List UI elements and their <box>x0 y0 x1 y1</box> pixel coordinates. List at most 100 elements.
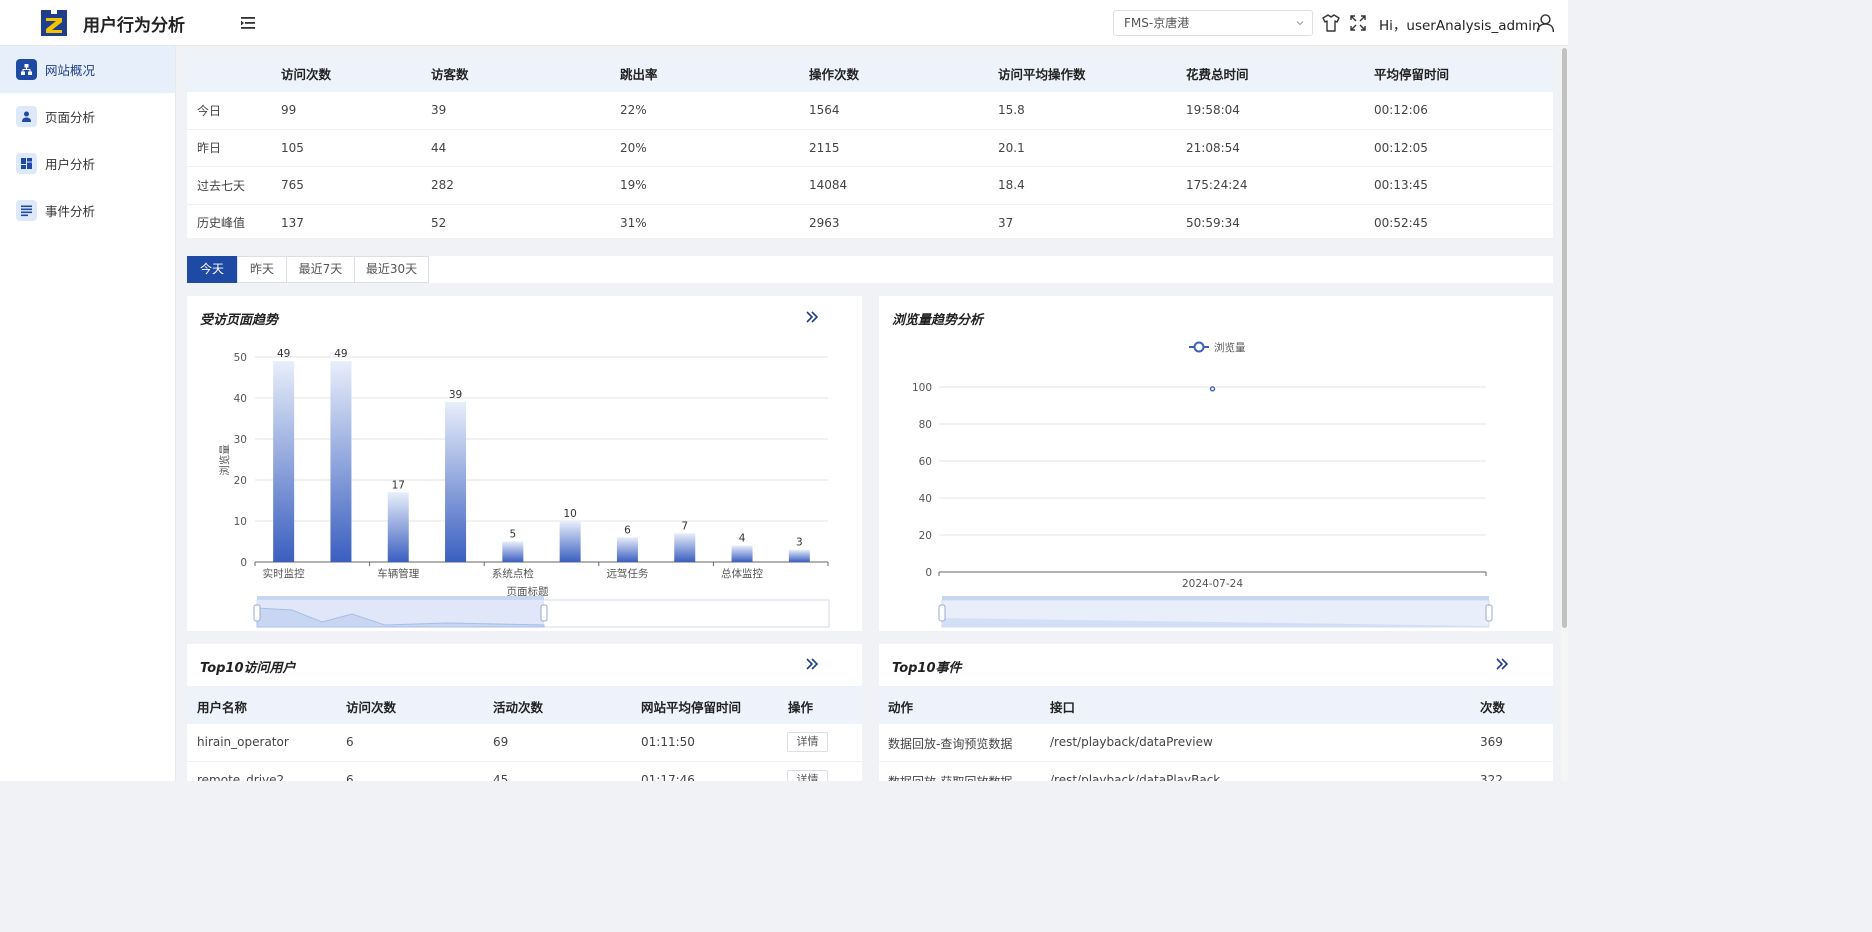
y-tick-label: 0 <box>240 557 247 569</box>
table-cell: 37 <box>998 215 1014 230</box>
page-scrollbar-thumb[interactable] <box>1562 48 1567 628</box>
column-header: 跳出率 <box>620 66 658 82</box>
user-page-icon <box>16 106 37 127</box>
y-tick-label: 40 <box>234 393 247 405</box>
users-table-header: 用户名称 访问次数 活动次数 网站平均停留时间 操作 <box>187 686 862 724</box>
table-cell: /rest/playback/dataPreview <box>1050 735 1213 749</box>
row-label: 昨日 <box>197 141 222 156</box>
table-cell: 137 <box>281 215 304 230</box>
panel-title: Top10访问用户 <box>200 661 296 676</box>
bar[interactable] <box>616 537 638 562</box>
x-tick-label: 远驾任务 <box>606 567 648 580</box>
sidebar-item-label: 网站概况 <box>45 63 96 78</box>
table-cell: 50:59:34 <box>1186 215 1240 230</box>
bar-data-label: 49 <box>277 348 290 360</box>
table-cell: 52 <box>431 215 447 230</box>
tab-last-7-days[interactable]: 最近7天 <box>286 256 355 283</box>
zoom-slider-bar[interactable] <box>257 596 544 600</box>
zoom-slider-handle-left[interactable] <box>253 604 261 622</box>
data-point[interactable] <box>1209 386 1216 392</box>
x-tick-label: 系统点检 <box>492 567 534 580</box>
bar-data-label: 4 <box>739 533 746 545</box>
panel-title: Top10事件 <box>892 661 962 676</box>
x-tick-label: 车辆管理 <box>377 567 419 580</box>
summary-row: 今日 99 39 22% 1564 15.8 19:58:04 00:12:06 <box>187 92 1553 130</box>
y-tick-label: 40 <box>919 493 932 505</box>
row-label: 过去七天 <box>197 178 246 193</box>
table-row: 数据回放-获取回放数据/rest/playback/dataPlayBack 32… <box>879 762 1553 781</box>
table-cell: /rest/playback/dataPlayBack <box>1050 773 1221 781</box>
bar-data-label: 10 <box>563 508 576 520</box>
legend-marker <box>1193 341 1205 353</box>
table-cell: 31% <box>620 215 647 230</box>
sidebar-item-page-analysis[interactable]: 页面分析 <box>0 93 175 140</box>
tab-last-30-days[interactable]: 最近30天 <box>354 256 429 283</box>
column-header: 操作 <box>788 700 814 715</box>
table-cell: 20.1 <box>998 140 1025 155</box>
detail-button[interactable]: 详情 <box>787 770 828 781</box>
column-header: 次数 <box>1480 700 1506 715</box>
row-label: 历史峰值 <box>197 216 246 231</box>
y-tick-label: 50 <box>234 352 247 364</box>
detail-button[interactable]: 详情 <box>787 732 828 752</box>
date-range-tabs: 今天 昨天 最近7天 最近30天 <box>187 256 1553 283</box>
bar[interactable] <box>674 533 696 562</box>
top-header: 用户行为分析 FMS-京唐港 Hi，userAnalysis_admin <box>0 0 1568 46</box>
table-cell: 01:17:46 <box>641 773 695 781</box>
table-cell: 数据回放-获取回放数据 <box>888 773 1012 781</box>
theme-skin-icon[interactable] <box>1321 13 1341 33</box>
site-select-value: FMS-京唐港 <box>1124 16 1190 30</box>
bar[interactable] <box>788 549 810 562</box>
fullscreen-icon[interactable] <box>1348 13 1368 33</box>
bar-data-label: 6 <box>624 524 631 536</box>
sidebar-item-user-analysis[interactable]: 用户分析 <box>0 140 175 187</box>
column-header: 用户名称 <box>197 700 248 715</box>
table-cell: 01:11:50 <box>641 735 695 749</box>
zoom-slider-handle-right[interactable] <box>540 604 548 622</box>
pageview-trend-line-chart: 浏览量 0 20 40 60 80 100 2024-07-24 <box>912 341 1493 628</box>
y-tick-label: 100 <box>912 382 932 394</box>
column-header: 动作 <box>888 700 914 715</box>
table-cell: 00:12:05 <box>1374 140 1428 155</box>
summary-table-header: 访问次数 访客数 跳出率 操作次数 访问平均操作数 花费总时间 平均停留时间 <box>187 54 1553 92</box>
tab-today[interactable]: 今天 <box>187 256 237 283</box>
zoom-slider-handle-right[interactable] <box>1485 604 1493 622</box>
bar[interactable] <box>559 521 581 562</box>
bar[interactable] <box>273 361 295 562</box>
table-cell: 369 <box>1480 735 1503 749</box>
events-table-header: 动作 接口 次数 <box>879 686 1553 724</box>
bar[interactable] <box>387 492 409 562</box>
bar[interactable] <box>330 361 352 562</box>
tab-yesterday[interactable]: 昨天 <box>237 256 287 283</box>
table-cell: 1564 <box>809 103 840 118</box>
sidebar-item-label: 用户分析 <box>45 157 96 172</box>
table-cell: 2115 <box>809 140 840 155</box>
bar[interactable] <box>445 402 467 562</box>
sidebar-item-site-overview[interactable]: 网站概况 <box>0 46 175 93</box>
chart-legend[interactable]: 浏览量 <box>1189 341 1246 354</box>
bar-data-label: 7 <box>681 520 688 532</box>
sidebar-item-event-analysis[interactable]: 事件分析 <box>0 187 175 234</box>
double-chevron-right-icon[interactable] <box>805 657 819 671</box>
site-select[interactable]: FMS-京唐港 <box>1113 10 1313 36</box>
page-trend-bar-chart: 0 10 20 30 40 50 49 49 17 39 5 10 6 7 4 3 实时监控 车辆管理 系统点检 远驾… <box>218 348 830 628</box>
user-avatar-icon[interactable] <box>1535 12 1556 33</box>
app-title: 用户行为分析 <box>83 16 185 36</box>
summary-row: 昨日 105 44 20% 2115 20.1 21:08:54 00:12:05 <box>187 130 1553 167</box>
bar[interactable] <box>502 541 524 563</box>
list-icon <box>16 200 37 221</box>
x-tick-label: 实时监控 <box>263 567 305 580</box>
zoom-slider-handle-left[interactable] <box>938 604 946 622</box>
table-cell: 322 <box>1480 773 1503 781</box>
menu-fold-icon[interactable] <box>240 15 256 31</box>
double-chevron-right-icon[interactable] <box>1495 657 1509 671</box>
summary-table: 访问次数 访客数 跳出率 操作次数 访问平均操作数 花费总时间 平均停留时间 今… <box>187 54 1553 242</box>
table-cell: 45 <box>493 773 509 781</box>
y-tick-label: 10 <box>234 516 247 528</box>
y-tick-label: 80 <box>919 419 932 431</box>
top10-users-panel: Top10访问用户 用户名称 访问次数 活动次数 网站平均停留时间 操作 hir… <box>187 644 862 781</box>
table-row: remote_drive2 6 45 01:17:46 详情 <box>187 762 862 781</box>
zoom-slider-bar[interactable] <box>942 596 1489 600</box>
bar[interactable] <box>731 545 753 562</box>
table-cell: 6 <box>346 773 354 781</box>
